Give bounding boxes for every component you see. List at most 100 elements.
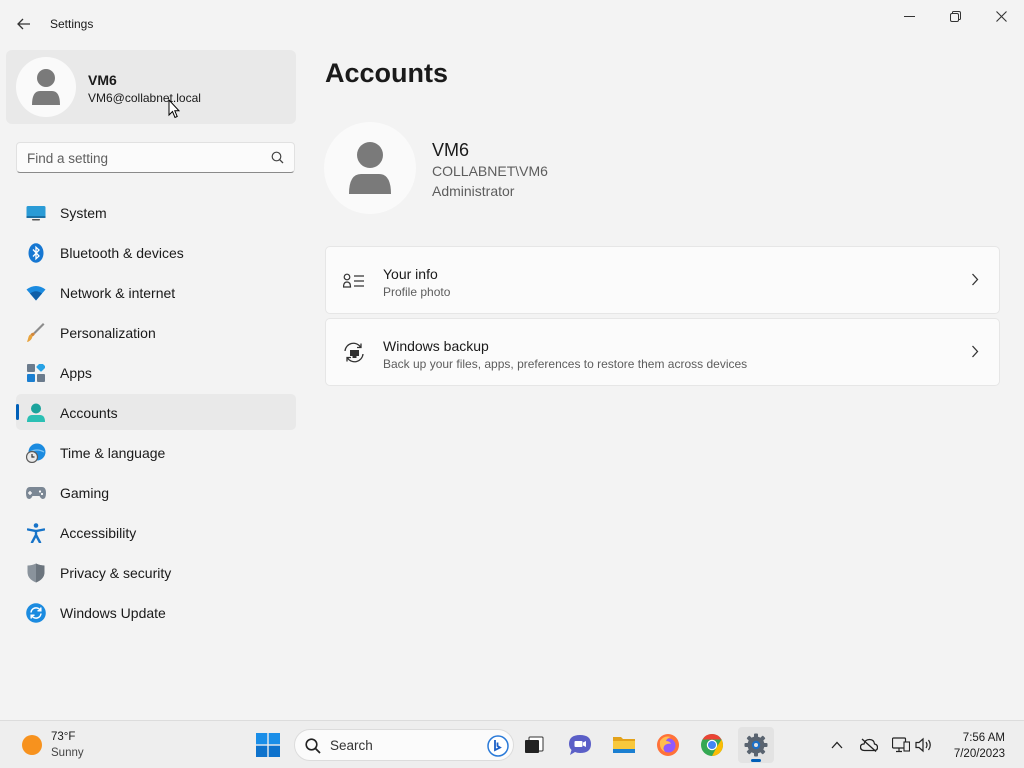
- clock-time: 7:56 AM: [962, 732, 1005, 744]
- apps-icon: [26, 363, 46, 383]
- sidebar-item-personalization[interactable]: Personalization: [16, 314, 296, 350]
- bing-icon[interactable]: [487, 735, 509, 757]
- taskbar-file-explorer-button[interactable]: [606, 727, 642, 763]
- sidebar-item-label: Network & internet: [60, 285, 176, 301]
- sidebar-item-gaming[interactable]: Gaming: [16, 474, 296, 510]
- chevron-right-icon: [971, 273, 979, 291]
- sidebar-item-label: Bluetooth & devices: [60, 245, 184, 261]
- person-icon: [349, 142, 391, 194]
- user-name: VM6: [88, 72, 117, 88]
- weather-condition: Sunny: [51, 747, 84, 759]
- cloud-offline-icon: [860, 738, 878, 752]
- taskbar-task-view-button[interactable]: [516, 727, 552, 763]
- sidebar-item-time-language[interactable]: Time & language: [16, 434, 296, 470]
- minimize-icon: [903, 15, 915, 17]
- user-account-card[interactable]: VM6 VM6@collabnet.local: [6, 50, 296, 124]
- chevron-up-icon: [831, 741, 843, 749]
- avatar: [16, 57, 76, 117]
- search-icon[interactable]: [271, 151, 284, 169]
- search-icon: [305, 738, 321, 754]
- wifi-icon: [26, 283, 46, 303]
- person-icon: [32, 69, 60, 105]
- profile-domain: COLLABNET\VM6: [432, 163, 548, 179]
- sun-icon: [22, 735, 42, 755]
- taskbar-chrome-button[interactable]: [694, 727, 730, 763]
- sidebar-item-system[interactable]: System: [16, 194, 296, 230]
- sidebar-item-apps[interactable]: Apps: [16, 354, 296, 390]
- settings-search-box[interactable]: [16, 142, 295, 173]
- user-email: VM6@collabnet.local: [88, 91, 201, 105]
- volume-tray-button[interactable]: [914, 735, 934, 755]
- sidebar-item-label: System: [60, 205, 107, 221]
- person-details-icon: [342, 269, 366, 293]
- card-subtitle: Profile photo: [383, 285, 451, 299]
- restore-icon: [949, 10, 961, 22]
- onedrive-tray-button[interactable]: [859, 735, 879, 755]
- speaker-icon: [915, 737, 931, 753]
- card-title: Your info: [383, 266, 438, 282]
- title-bar: Settings: [0, 0, 1024, 48]
- sidebar-item-privacy-security[interactable]: Privacy & security: [16, 554, 296, 590]
- gamepad-icon: [26, 483, 46, 503]
- search-input[interactable]: [27, 149, 262, 167]
- sidebar-item-accessibility[interactable]: Accessibility: [16, 514, 296, 550]
- taskbar-firefox-button[interactable]: [650, 727, 686, 763]
- your-info-card[interactable]: Your info Profile photo: [325, 246, 1000, 314]
- card-title: Windows backup: [383, 338, 489, 354]
- close-icon: [995, 10, 1007, 22]
- show-hidden-icons-button[interactable]: [827, 735, 847, 755]
- sidebar-item-bluetooth[interactable]: Bluetooth & devices: [16, 234, 296, 270]
- backup-sync-icon: [342, 341, 366, 365]
- sidebar-item-label: Gaming: [60, 485, 110, 501]
- sidebar-nav: System Bluetooth & devices Network & int…: [16, 194, 296, 634]
- paintbrush-icon: [26, 323, 46, 343]
- clock-date: 7/20/2023: [953, 748, 1005, 760]
- sidebar-item-label: Accounts: [60, 405, 118, 421]
- restore-button[interactable]: [932, 0, 978, 32]
- mouse-cursor-icon: [168, 99, 180, 119]
- close-button[interactable]: [978, 0, 1024, 32]
- accounts-icon: [26, 403, 46, 423]
- globe-clock-icon: [26, 443, 46, 463]
- taskbar-search-box[interactable]: Search: [294, 729, 514, 761]
- chrome-icon: [701, 734, 723, 756]
- system-icon: [26, 203, 46, 223]
- shield-icon: [26, 563, 46, 583]
- page-title: Accounts: [325, 58, 449, 88]
- active-app-indicator: [751, 759, 761, 762]
- profile-avatar: [324, 122, 416, 214]
- gear-icon: [744, 733, 768, 757]
- sidebar-item-label: Windows Update: [60, 605, 166, 621]
- update-icon: [26, 603, 46, 623]
- app-title: Settings: [50, 17, 94, 31]
- teams-chat-icon: [569, 735, 591, 755]
- sidebar-item-accounts[interactable]: Accounts: [16, 394, 296, 430]
- accessibility-icon: [26, 523, 46, 543]
- taskbar-clock[interactable]: 7:56 AM 7/20/2023: [954, 730, 1005, 762]
- weather-temperature: 73°F: [51, 731, 76, 743]
- folder-icon: [613, 737, 635, 753]
- sidebar-item-label: Privacy & security: [60, 565, 172, 581]
- back-arrow-icon: [17, 18, 30, 30]
- taskbar-chat-button[interactable]: [562, 727, 598, 763]
- taskbar-settings-button[interactable]: [738, 727, 774, 763]
- sidebar-item-label: Accessibility: [60, 525, 137, 541]
- profile-name: VM6: [432, 140, 470, 160]
- task-view-icon: [525, 736, 544, 753]
- chevron-right-icon: [971, 345, 979, 363]
- sidebar-item-network[interactable]: Network & internet: [16, 274, 296, 310]
- sidebar-item-windows-update[interactable]: Windows Update: [16, 594, 296, 630]
- minimize-button[interactable]: [886, 0, 932, 32]
- firefox-icon: [657, 734, 679, 756]
- bluetooth-icon: [26, 243, 46, 263]
- network-ethernet-icon: [892, 737, 910, 753]
- network-tray-button[interactable]: [891, 735, 911, 755]
- back-button[interactable]: [10, 10, 38, 38]
- profile-role: Administrator: [432, 183, 515, 199]
- windows-backup-card[interactable]: Windows backup Back up your files, apps,…: [325, 318, 1000, 386]
- windows-logo-icon: [256, 733, 280, 757]
- taskbar: 73°F Sunny Search 7:56 AM 7/20/2023: [0, 720, 1024, 768]
- sidebar-item-label: Personalization: [60, 325, 156, 341]
- start-button[interactable]: [250, 727, 286, 763]
- card-subtitle: Back up your files, apps, preferences to…: [383, 357, 748, 371]
